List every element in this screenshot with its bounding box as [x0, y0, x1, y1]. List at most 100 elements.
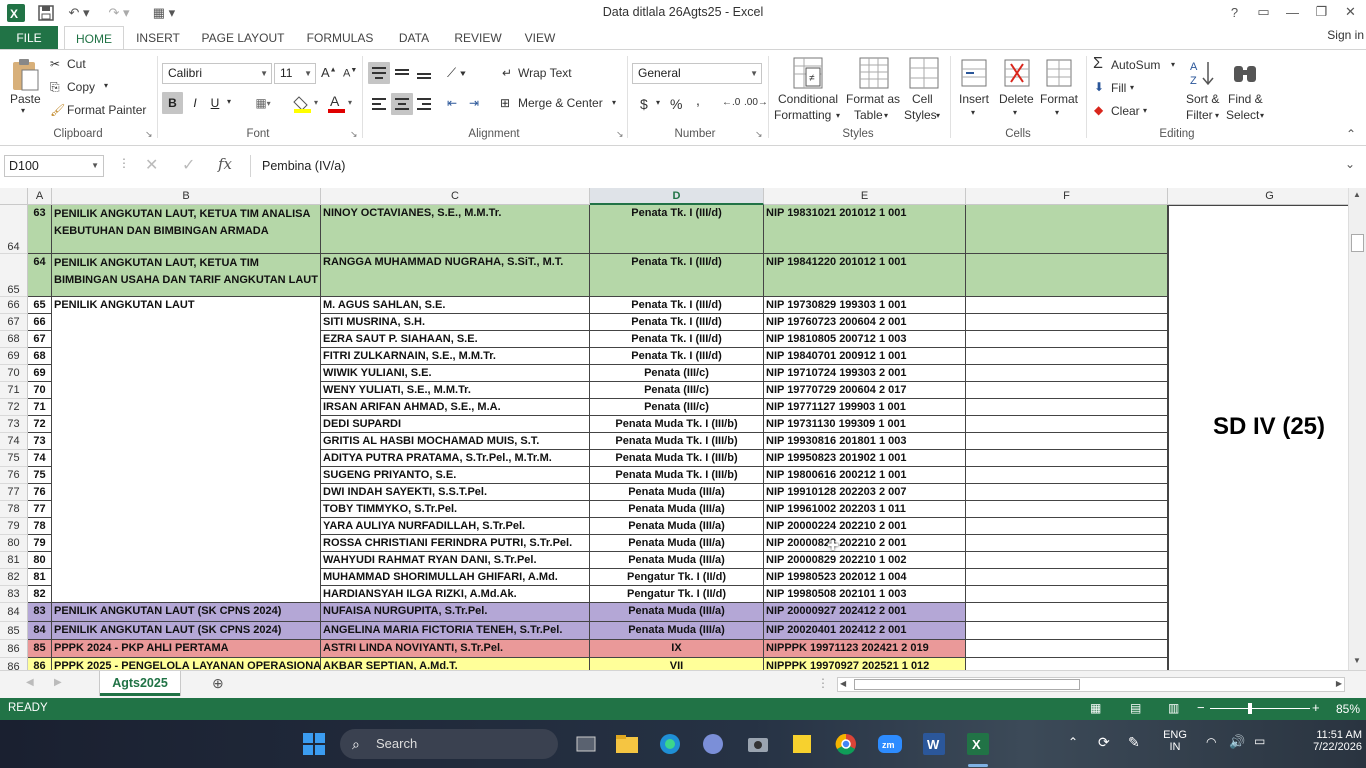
cell-c[interactable]: SITI MUSRINA, S.H. [321, 314, 590, 331]
cell-a[interactable]: 78 [28, 518, 52, 535]
currency-button[interactable]: $ [640, 96, 648, 112]
row-header[interactable]: 76 [0, 467, 28, 484]
cell-d[interactable]: Penata Muda Tk. I (III/b) [590, 450, 764, 467]
cell-d[interactable]: Penata Muda Tk. I (III/b) [590, 433, 764, 450]
row-header[interactable]: 69 [0, 348, 28, 365]
merge-center-button[interactable]: Merge & Center [518, 96, 603, 110]
format-painter-button[interactable]: Format Painter [67, 103, 146, 117]
cell-d[interactable]: Penata Tk. I (III/d) [590, 348, 764, 365]
cell-e[interactable]: NIP 20000224 202210 2 001 [764, 518, 966, 535]
cell-c[interactable]: WAHYUDI RAHMAT RYAN DANI, S.Tr.Pel. [321, 552, 590, 569]
row-header[interactable]: 79 [0, 518, 28, 535]
cell-a[interactable]: 85 [28, 640, 52, 658]
cell-d[interactable]: Pengatur Tk. I (II/d) [590, 569, 764, 586]
font-launcher-icon[interactable]: ↘ [350, 129, 358, 140]
merged-cell-g[interactable]: SD IV (25) [1169, 413, 1348, 441]
row-header[interactable]: 84 [0, 603, 28, 622]
find-select-button[interactable]: Find & [1228, 92, 1263, 106]
cell-c[interactable]: AKBAR SEPTIAN, A.Md.T. [321, 658, 590, 670]
conditional-formatting-icon[interactable]: ≠ [790, 55, 826, 91]
insert-function-icon[interactable]: fx [218, 155, 232, 173]
cell-f[interactable] [966, 297, 1168, 314]
cell-f[interactable] [966, 205, 1168, 254]
cell-d[interactable]: IX [590, 640, 764, 658]
cell-d[interactable]: Penata Muda (III/a) [590, 603, 764, 622]
column-header-b[interactable]: B [52, 188, 321, 205]
cut-icon[interactable]: ✂ [50, 57, 60, 71]
scroll-right-icon[interactable]: ▶ [1336, 679, 1342, 688]
percent-button[interactable]: % [670, 96, 682, 112]
file-explorer-icon[interactable] [613, 730, 641, 758]
merge-center-icon[interactable]: ⊞ [500, 96, 510, 110]
fill-color-icon[interactable]: ▾ [292, 92, 322, 114]
delete-cells-icon[interactable] [1001, 56, 1033, 90]
autosum-button[interactable]: AutoSum [1111, 58, 1160, 72]
language-indicator[interactable]: ENG IN [1160, 729, 1190, 753]
zoom-out-icon[interactable]: − [1197, 700, 1205, 715]
cell-d[interactable]: Pengatur Tk. I (II/d) [590, 586, 764, 603]
tab-data[interactable]: DATA [390, 26, 438, 50]
sort-filter-icon[interactable]: AZ [1186, 56, 1218, 90]
cell-e[interactable]: NIP 20000927 202412 2 001 [764, 603, 966, 622]
clear-button[interactable]: Clear [1111, 104, 1140, 118]
cell-c[interactable]: ASTRI LINDA NOVIYANTI, S.Tr.Pel. [321, 640, 590, 658]
font-color-icon[interactable]: A ▾ [326, 92, 356, 114]
row-header[interactable]: 83 [0, 586, 28, 603]
cell-a[interactable]: 73 [28, 433, 52, 450]
scroll-up-icon[interactable]: ▲ [1353, 190, 1361, 199]
confirm-entry-icon[interactable]: ✓ [182, 155, 195, 175]
cell-f[interactable] [966, 416, 1168, 433]
sign-in-link[interactable]: Sign in [1327, 28, 1364, 42]
align-top-icon[interactable] [368, 62, 390, 84]
cell-a[interactable]: 86 [28, 658, 52, 670]
zoom-in-icon[interactable]: + [1312, 700, 1320, 715]
worksheet-grid[interactable]: A B C D E F G 64 63 PENILIK ANGKUTAN LAUT,… [0, 188, 1348, 670]
cell-e[interactable]: NIP 20000823 202210 2 001 [764, 535, 966, 552]
cell-f[interactable] [966, 501, 1168, 518]
cell-a[interactable]: 76 [28, 484, 52, 501]
cell-a[interactable]: 70 [28, 382, 52, 399]
cell-b[interactable]: PPPK 2024 - PKP AHLI PERTAMA [52, 640, 321, 658]
app-icon[interactable] [699, 730, 727, 758]
row-header[interactable]: 77 [0, 484, 28, 501]
clipboard-launcher-icon[interactable]: ↘ [145, 129, 153, 140]
cell-c[interactable]: YARA AULIYA NURFADILLAH, S.Tr.Pel. [321, 518, 590, 535]
zoom-app-icon[interactable]: zm [876, 730, 904, 758]
increase-indent-icon[interactable]: ⇥ [469, 96, 479, 110]
ribbon-display-icon[interactable]: ▭ [1249, 0, 1278, 24]
cell-e[interactable]: NIP 19980508 202101 1 003 [764, 586, 966, 603]
column-header-g[interactable]: G [1168, 188, 1348, 205]
chrome-icon[interactable] [832, 730, 860, 758]
autosum-icon[interactable]: Σ [1093, 55, 1103, 73]
pen-icon[interactable]: ✎ [1128, 734, 1140, 751]
tab-file[interactable]: FILE [0, 26, 58, 50]
cell-c[interactable]: WENY YULIATI, S.E., M.M.Tr. [321, 382, 590, 399]
align-right-icon[interactable] [413, 93, 435, 115]
cell-c[interactable]: WIWIK YULIANI, S.E. [321, 365, 590, 382]
row-header[interactable]: 70 [0, 365, 28, 382]
italic-button[interactable]: I [186, 92, 204, 114]
cell-f[interactable] [966, 382, 1168, 399]
clear-dropdown-icon[interactable]: ▾ [1143, 106, 1147, 115]
cell-f[interactable] [966, 314, 1168, 331]
cut-button[interactable]: Cut [67, 57, 86, 71]
cell-f[interactable] [966, 331, 1168, 348]
increase-decimal-icon[interactable]: ←.0 [722, 97, 740, 108]
cell-d[interactable]: Penata Tk. I (III/d) [590, 205, 764, 254]
cell-d[interactable]: Penata Muda (III/a) [590, 484, 764, 501]
taskbar-search[interactable]: ⌕ Search [340, 729, 558, 759]
cell-c[interactable]: IRSAN ARIFAN AHMAD, S.E., M.A. [321, 399, 590, 416]
sticky-notes-icon[interactable] [788, 730, 816, 758]
orientation-icon[interactable]: ⟋ ▾ [447, 65, 466, 81]
cell-f[interactable] [966, 640, 1168, 658]
row-header[interactable]: 72 [0, 399, 28, 416]
comma-button[interactable]: , [696, 92, 700, 108]
row-header[interactable]: 64 [0, 205, 28, 254]
format-as-table-icon[interactable] [856, 55, 892, 91]
copy-button[interactable]: Copy [67, 80, 95, 94]
restore-icon[interactable]: ❐ [1307, 0, 1336, 24]
cell-b[interactable]: PENILIK ANGKUTAN LAUT, KETUA TIM BIMBING… [52, 254, 321, 297]
cell-c[interactable]: TOBY TIMMYKO, S.Tr.Pel. [321, 501, 590, 518]
formula-input[interactable]: Pembina (IV/a) [250, 155, 1360, 177]
row-header[interactable]: 81 [0, 552, 28, 569]
